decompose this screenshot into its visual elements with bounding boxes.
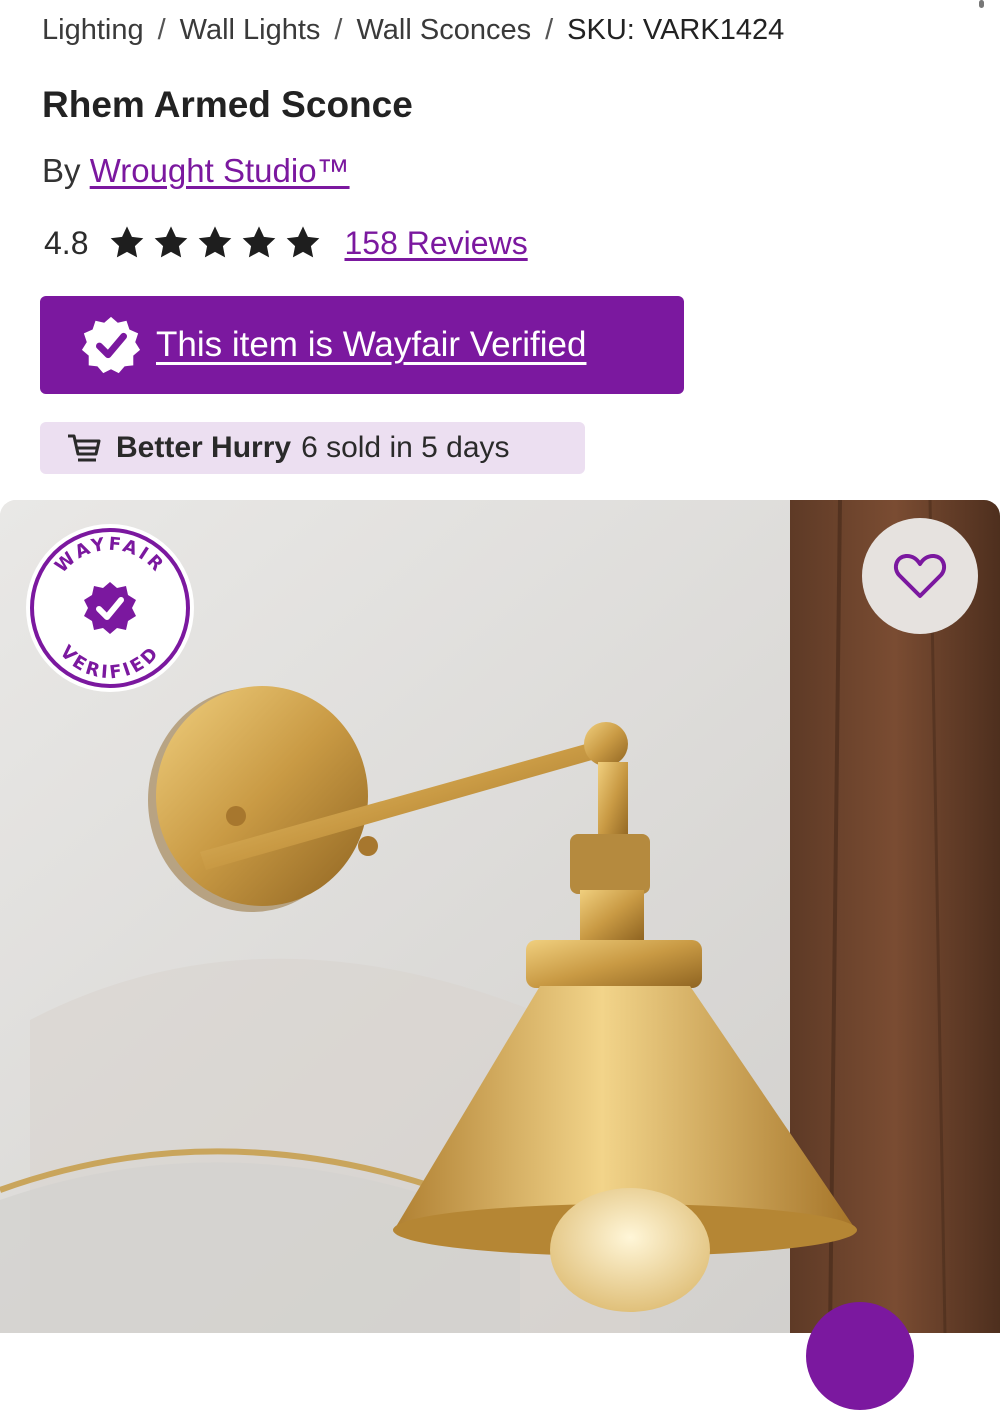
star-icon <box>155 226 188 258</box>
by-prefix: By <box>42 152 81 189</box>
breadcrumb-separator: / <box>157 14 166 46</box>
scrollbar-thumb[interactable] <box>979 0 984 8</box>
wayfair-verified-stamp: WAYFAIR VERIFIED <box>26 524 194 692</box>
star-rating <box>108 224 322 262</box>
star-icon <box>287 226 320 258</box>
heart-icon <box>893 553 947 598</box>
rating-row: 4.8 158 Reviews <box>44 224 528 262</box>
star-icon <box>111 226 144 258</box>
star-icon <box>199 226 232 258</box>
brand-link[interactable]: Wrought Studio™ <box>90 152 350 189</box>
brand-byline: By Wrought Studio™ <box>42 152 350 190</box>
reviews-link[interactable]: 158 Reviews <box>344 225 527 262</box>
verified-banner-label: This item is Wayfair Verified <box>156 325 587 364</box>
breadcrumb-wall-sconces[interactable]: Wall Sconces <box>356 14 531 46</box>
breadcrumb-wall-lights[interactable]: Wall Lights <box>180 14 321 46</box>
verified-check-badge-icon <box>81 316 141 374</box>
favorite-button[interactable] <box>862 518 978 634</box>
breadcrumb-separator: / <box>545 14 554 46</box>
star-icon <box>243 226 276 258</box>
breadcrumb: Lighting / Wall Lights / Wall Sconces / SKU: V… <box>42 14 784 47</box>
rating-value: 4.8 <box>44 224 89 261</box>
floating-action-button[interactable] <box>806 1302 914 1410</box>
cart-icon <box>68 434 101 462</box>
breadcrumb-sku: SKU: VARK1424 <box>567 14 785 46</box>
urgency-bold: Better Hurry <box>116 431 292 464</box>
breadcrumb-lighting[interactable]: Lighting <box>42 14 144 46</box>
wayfair-verified-banner[interactable]: This item is Wayfair Verified <box>40 296 684 394</box>
breadcrumb-separator: / <box>334 14 343 46</box>
urgency-badge: Better Hurry 6 sold in 5 days <box>40 422 585 474</box>
product-title: Rhem Armed Sconce <box>42 84 413 125</box>
urgency-text: 6 sold in 5 days <box>301 431 510 464</box>
